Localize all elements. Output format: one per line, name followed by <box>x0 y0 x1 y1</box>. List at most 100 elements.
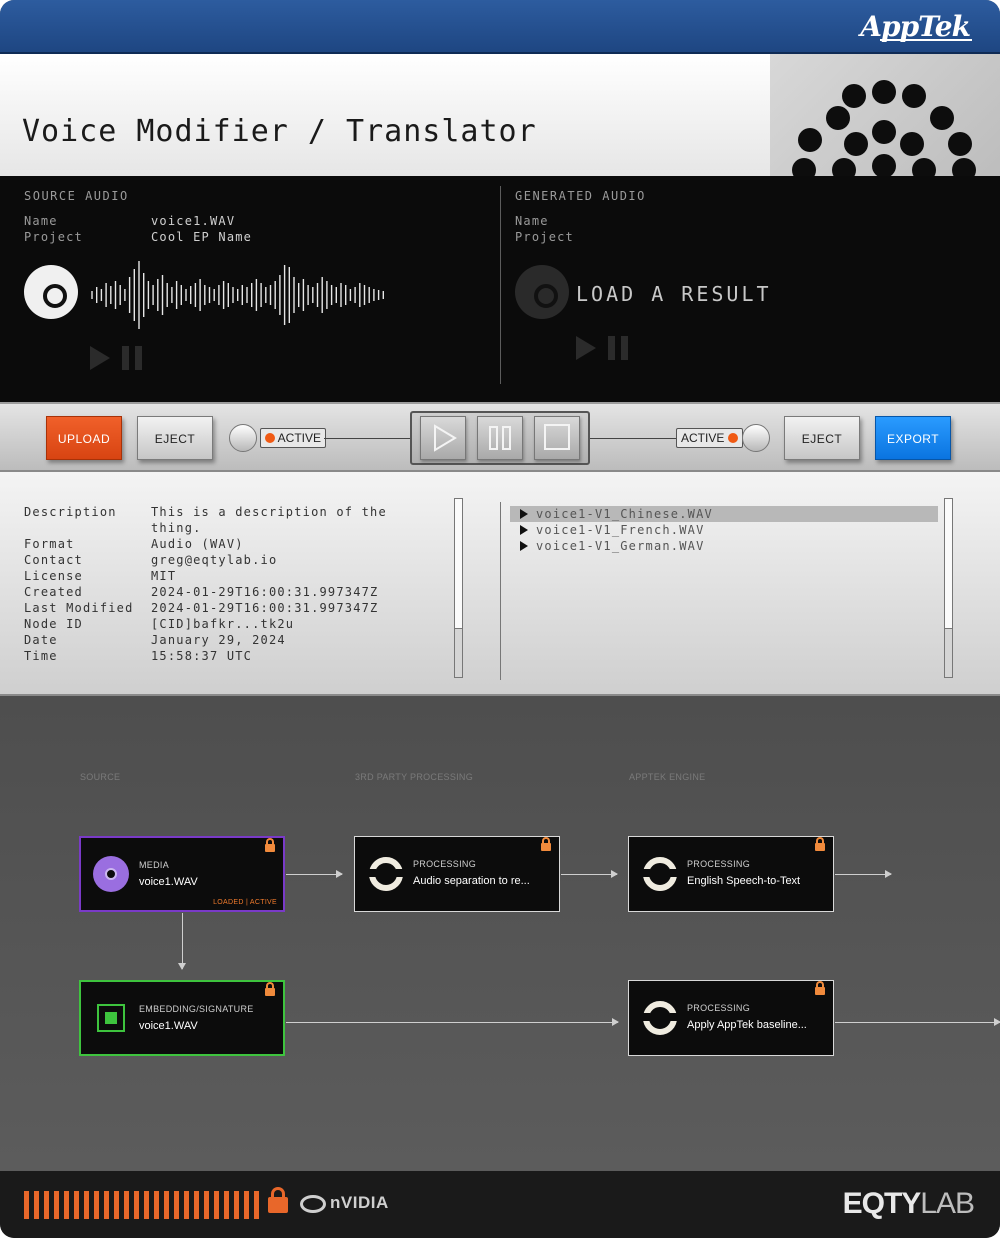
column-apptek-engine: APPTEK ENGINE <box>629 772 706 782</box>
speaker-hole <box>792 158 816 176</box>
embedding-node[interactable]: EMBEDDING/SIGNATURE voice1.WAV <box>79 980 285 1056</box>
upload-button[interactable]: UPLOAD <box>46 416 122 460</box>
node-name: Apply AppTek baseline... <box>687 1019 807 1031</box>
play-button[interactable] <box>420 416 466 460</box>
eject-generated-button[interactable]: EJECT <box>784 416 860 460</box>
led-icon <box>727 433 738 443</box>
wire-right <box>590 438 676 439</box>
source-play-icon[interactable] <box>90 346 110 370</box>
speaker-hole <box>902 84 926 108</box>
source-project-value: Cool EP Name <box>151 230 253 244</box>
meter-bar <box>194 1191 199 1219</box>
media-node[interactable]: MEDIA voice1.WAV LOADED | ACTIVE <box>79 836 285 912</box>
meter-bar <box>184 1191 189 1219</box>
result-filename: voice1-V1_French.WAV <box>536 523 705 537</box>
node-kind: PROCESSING <box>413 859 477 869</box>
scroll-thumb[interactable] <box>455 499 462 629</box>
result-filename: voice1-V1_Chinese.WAV <box>536 507 713 521</box>
flow-arrow <box>286 870 343 878</box>
node-kind: MEDIA <box>139 860 170 870</box>
lock-icon <box>265 982 275 996</box>
meter-bar <box>134 1191 139 1219</box>
generated-name-label: Name <box>515 214 549 228</box>
transport-controls <box>410 411 590 465</box>
meter-bar <box>204 1191 209 1219</box>
meter-bar <box>114 1191 119 1219</box>
audio-divider <box>500 186 501 384</box>
lock-icon <box>265 838 275 852</box>
metadata-label: Last Modified <box>24 601 134 615</box>
stop-button[interactable] <box>534 416 580 460</box>
source-knob[interactable] <box>229 424 257 452</box>
result-item[interactable]: voice1-V1_French.WAV <box>510 522 938 538</box>
play-triangle-icon <box>520 541 528 551</box>
details-panel: Description This is a description of the t… <box>0 472 1000 696</box>
result-item[interactable]: voice1-V1_Chinese.WAV <box>510 506 938 522</box>
generated-play-icon[interactable] <box>576 336 596 360</box>
source-pause-icon <box>135 346 142 370</box>
speaker-hole <box>912 158 936 176</box>
play-triangle-icon <box>520 525 528 535</box>
load-result-placeholder: LOAD A RESULT <box>576 282 772 306</box>
scroll-thumb[interactable] <box>945 499 952 629</box>
meter-bar <box>234 1191 239 1219</box>
meter-bar <box>124 1191 129 1219</box>
meter-bar <box>34 1191 39 1219</box>
meter-bar <box>174 1191 179 1219</box>
result-item[interactable]: voice1-V1_German.WAV <box>510 538 938 554</box>
flow-arrow <box>286 1018 619 1026</box>
wire-left <box>324 438 410 439</box>
metadata-value: MIT <box>151 569 177 583</box>
generated-audio-heading: GENERATED AUDIO <box>515 189 646 203</box>
processing-icon <box>642 857 678 891</box>
control-strip: UPLOAD EJECT ACTIVE ACTIVE EJECT EXPORT <box>0 402 1000 472</box>
lab-text: LAB <box>920 1187 975 1220</box>
source-pause-icon[interactable] <box>122 346 129 370</box>
generated-disc-icon <box>515 265 569 319</box>
level-meter <box>24 1191 264 1219</box>
generated-pause-icon <box>621 336 628 360</box>
node-kind: EMBEDDING/SIGNATURE <box>139 1004 254 1014</box>
metadata-label: License <box>24 569 83 583</box>
node-name: Audio separation to re... <box>413 875 530 887</box>
chip-icon <box>97 1004 125 1032</box>
metadata-scrollbar[interactable] <box>454 498 463 678</box>
lock-icon <box>815 981 825 995</box>
results-scrollbar[interactable] <box>944 498 953 678</box>
pause-button[interactable] <box>477 416 523 460</box>
speaker-hole <box>798 128 822 152</box>
node-name: voice1.WAV <box>139 1020 198 1032</box>
generated-knob[interactable] <box>742 424 770 452</box>
pipeline-flow: SOURCE 3RD PARTY PROCESSING APPTEK ENGIN… <box>0 696 1000 1171</box>
speaker-hole <box>948 132 972 156</box>
meter-bar <box>64 1191 69 1219</box>
stt-node[interactable]: PROCESSING English Speech-to-Text <box>628 836 834 912</box>
source-name-value: voice1.WAV <box>151 214 236 228</box>
lock-icon <box>541 837 551 851</box>
separation-node[interactable]: PROCESSING Audio separation to re... <box>354 836 560 912</box>
speaker-hole <box>900 132 924 156</box>
top-bar: AppTek <box>0 0 1000 54</box>
eject-source-button[interactable]: EJECT <box>137 416 213 460</box>
flow-arrow-down <box>178 913 186 970</box>
speaker-hole <box>832 158 856 176</box>
source-disc-icon <box>24 265 78 319</box>
meter-bar <box>54 1191 59 1219</box>
metadata-label: Created <box>24 585 83 599</box>
column-third-party: 3RD PARTY PROCESSING <box>355 772 474 782</box>
play-triangle-icon <box>520 509 528 519</box>
metadata-value: Audio (WAV) <box>151 537 244 551</box>
baseline-node[interactable]: PROCESSING Apply AppTek baseline... <box>628 980 834 1056</box>
source-active-indicator: ACTIVE <box>260 428 327 448</box>
source-project-label: Project <box>24 230 83 244</box>
title-bar: Voice Modifier / Translator <box>0 54 770 176</box>
meter-bar <box>254 1191 259 1219</box>
nvidia-logo: nVIDIA <box>330 1193 389 1212</box>
source-active-label: ACTIVE <box>277 431 322 445</box>
export-button[interactable]: EXPORT <box>875 416 951 460</box>
speaker-hole <box>930 106 954 130</box>
lock-icon <box>815 837 825 851</box>
play-icon <box>434 424 457 452</box>
generated-pause-icon[interactable] <box>608 336 615 360</box>
eqtylab-logo: EQTYLAB <box>843 1187 975 1221</box>
